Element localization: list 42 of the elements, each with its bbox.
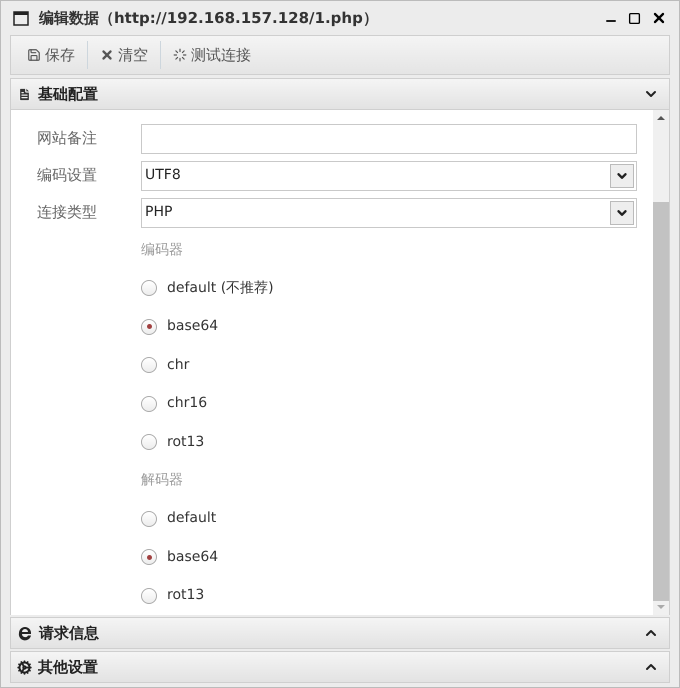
radio-button[interactable] (141, 549, 157, 566)
section-header[interactable]: 基础配置 (10, 78, 670, 110)
radio-button[interactable] (141, 280, 157, 296)
close-icon[interactable] (651, 10, 667, 26)
radio-label: chr (167, 356, 190, 375)
radio-label: base64 (167, 317, 218, 336)
radio-label: default (不推荐) (167, 278, 274, 298)
radio-button[interactable] (141, 434, 157, 450)
radio-label: base64 (167, 548, 218, 567)
maximize-icon[interactable] (628, 12, 641, 24)
radio-label: rot13 (167, 432, 204, 452)
scrollbar-thumb[interactable] (653, 202, 669, 601)
letter-e-icon (17, 625, 33, 641)
section-header[interactable]: 其他设置 (10, 651, 670, 683)
radio-button[interactable] (141, 357, 157, 374)
radio-label: default (167, 509, 216, 528)
scrollbar[interactable] (653, 110, 669, 615)
radio-button[interactable] (141, 318, 157, 335)
close-icon (100, 48, 114, 62)
toolbar-button[interactable]: 清空 (88, 39, 160, 71)
radio-button[interactable] (141, 588, 157, 604)
spinner-icon (173, 48, 187, 62)
toolbar-button[interactable]: 保存 (15, 39, 87, 71)
window-title: 编辑数据（http://192.168.157.128/1.php） (39, 8, 379, 29)
section-header[interactable]: 请求信息 (10, 617, 670, 649)
input-field[interactable] (141, 124, 637, 154)
select-field[interactable]: PHP (141, 198, 637, 228)
gears-icon (17, 660, 32, 674)
field-label: 连接类型 (36, 202, 98, 224)
toolbar-button[interactable]: 测试连接 (161, 39, 263, 71)
radio-label: rot13 (167, 586, 204, 606)
select-field[interactable]: UTF8 (141, 160, 637, 190)
group-label: 编码器 (141, 240, 184, 260)
radio-label: chr16 (167, 394, 208, 414)
radio-button[interactable] (141, 510, 157, 527)
document-icon (17, 86, 32, 102)
field-label: 编码设置 (36, 165, 98, 186)
group-label: 解码器 (141, 471, 184, 490)
window-icon (13, 10, 29, 26)
save-icon (27, 48, 41, 62)
radio-button[interactable] (141, 396, 157, 412)
field-label: 网站备注 (36, 128, 98, 150)
